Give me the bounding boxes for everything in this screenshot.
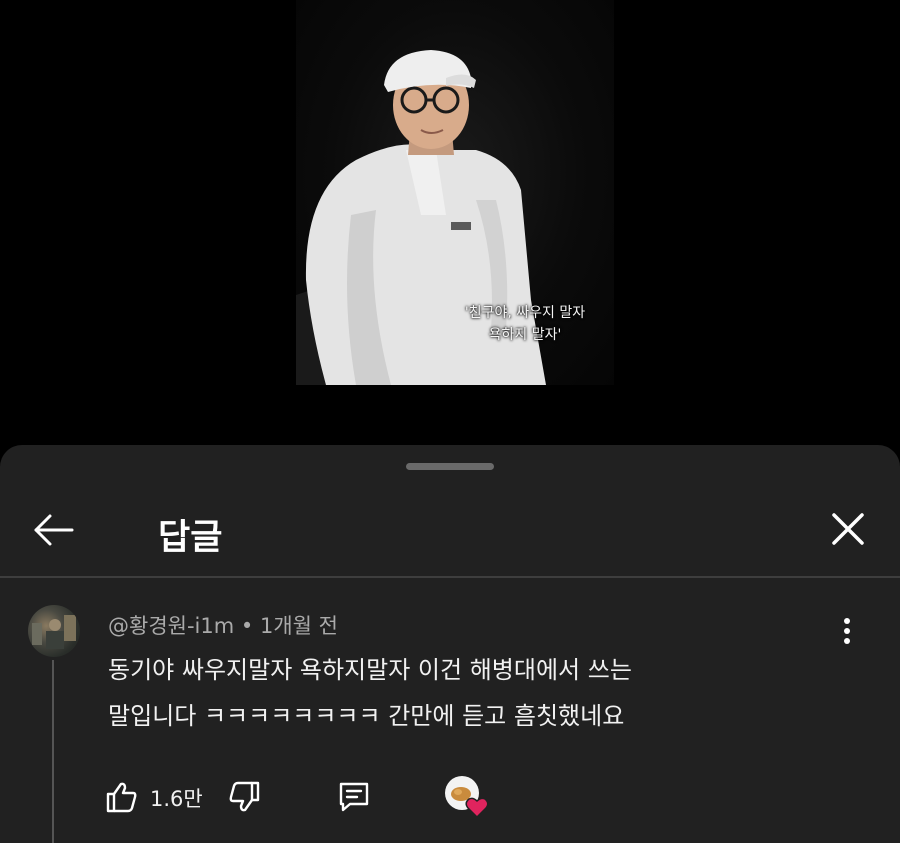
- sheet-title: 답글: [158, 518, 223, 558]
- reply-button[interactable]: [336, 779, 372, 815]
- like-count: 1.6만: [150, 787, 203, 811]
- video-subtitle-line2: 욕하지 말자': [488, 327, 562, 343]
- comment-text-line2: 말입니다 ㅋㅋㅋㅋㅋㅋㅋㅋ 간만에 듣고 흠칫했네요: [108, 702, 625, 730]
- back-button[interactable]: [30, 505, 80, 555]
- creator-heart-badge: [442, 773, 492, 819]
- comment-time: 1개월 전: [259, 614, 338, 638]
- meta-separator: •: [234, 614, 260, 638]
- video-player[interactable]: (싸움ㄴㄴ) '친구야, 싸우지 말자: [0, 0, 900, 445]
- more-vertical-icon: [844, 618, 850, 644]
- video-subtitle-line1: '친구야, 싸우지 말자: [464, 305, 586, 321]
- header-divider: [0, 576, 900, 578]
- comment-text: 동기야 싸우지말자 욕하지말자 이건 해병대에서 쓰는 말입니다 ㅋㅋㅋㅋㅋㅋㅋ…: [108, 647, 808, 739]
- dislike-button[interactable]: [226, 779, 262, 815]
- comment-actions: 1.6만: [104, 773, 604, 819]
- comment-meta: @황경원-i1m • 1개월 전: [108, 610, 338, 640]
- more-options-button[interactable]: [832, 613, 862, 649]
- reply-icon: [339, 782, 369, 812]
- sheet-drag-handle[interactable]: [406, 463, 494, 470]
- close-icon: [832, 513, 864, 545]
- thread-line: [52, 660, 54, 843]
- close-button[interactable]: [824, 505, 872, 553]
- comment-text-line1: 동기야 싸우지말자 욕하지말자 이건 해병대에서 쓰는: [108, 656, 632, 684]
- thumbs-up-icon: [106, 782, 137, 813]
- replies-sheet: 답글 @황경원-i1m • 1개월 전 동기야 싸우지말자 욕하지말자 이건 해…: [0, 445, 900, 843]
- thumbs-down-icon: [229, 781, 260, 812]
- avatar[interactable]: [28, 605, 80, 657]
- video-subtitle: '친구야, 싸우지 말자 욕하지 말자': [430, 302, 620, 346]
- like-button[interactable]: [104, 779, 140, 815]
- comment-author[interactable]: @황경원-i1m: [108, 614, 234, 638]
- creator-heart-icon: [445, 776, 489, 819]
- sheet-header: 답글: [0, 485, 900, 577]
- arrow-left-icon: [34, 514, 74, 546]
- avatar-image: [32, 615, 76, 649]
